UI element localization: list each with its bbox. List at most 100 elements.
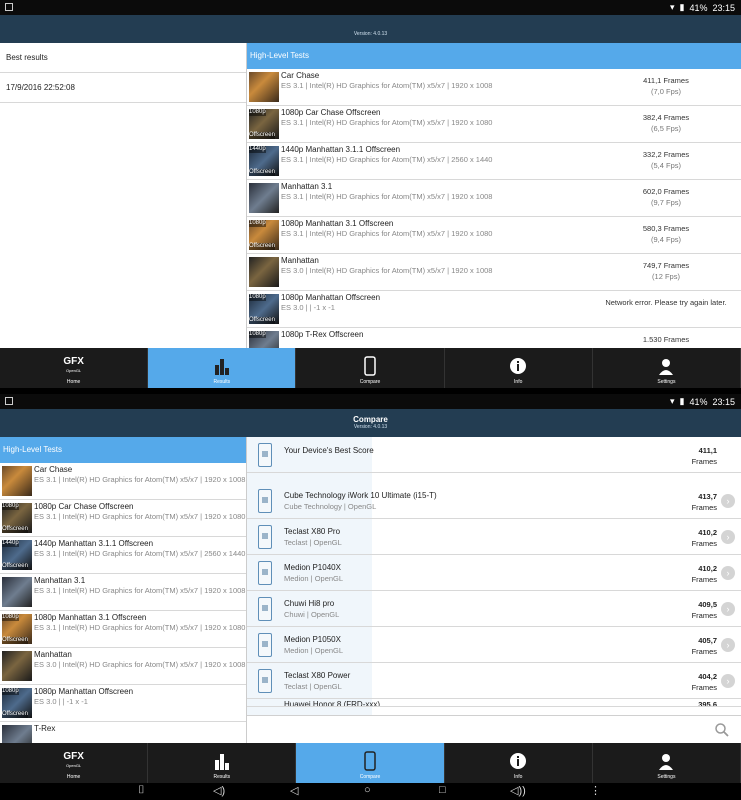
device-sub: Cube Technology | OpenGL (284, 502, 377, 511)
test-row[interactable]: 1440p Offscreen 1440p Manhattan 3.1.1 Of… (247, 143, 741, 180)
test-thumbnail (2, 651, 32, 681)
search-bar[interactable] (247, 715, 741, 743)
test-row[interactable]: 1080p 1080p T-Rex Offscreen 1.530 Frames (247, 328, 741, 348)
device-sub: Medion | OpenGL (284, 574, 344, 583)
test-desc: ES 3.0 | Intel(R) HD Graphics for Atom(T… (281, 266, 493, 275)
home-icon[interactable]: ○ (364, 784, 371, 796)
recents-icon[interactable]: □ (439, 784, 446, 796)
nav-home[interactable]: GFX OpenGL Home (0, 743, 149, 783)
test-desc: ES 3.0 | Intel(R) HD Graphics for Atom(T… (34, 660, 246, 669)
test-fps: (12 Fps) (652, 272, 680, 281)
test-row[interactable]: 1080p Offscreen 1080p Manhattan Offscree… (0, 685, 247, 722)
volume-down-icon[interactable]: ◁) (213, 784, 225, 797)
device-name: Teclast X80 Power (284, 671, 351, 680)
nav-results[interactable]: Results (148, 348, 297, 388)
screenshot-icon[interactable]: ⌷ (138, 784, 145, 797)
device-score: 413,7 (698, 492, 717, 501)
test-thumbnail: 1080p (249, 331, 279, 348)
nav-home[interactable]: GFX OpenGL Home (0, 348, 149, 388)
device-score: 405,7 (698, 636, 717, 645)
chevron-right-icon[interactable]: › (721, 602, 735, 616)
back-icon[interactable]: ◁ (290, 784, 298, 797)
test-desc: ES 3.1 | Intel(R) HD Graphics for Atom(T… (34, 512, 246, 521)
test-thumbnail: 1080p Offscreen (2, 688, 32, 718)
test-row[interactable]: 1080p Offscreen 1080p Manhattan 3.1 Offs… (0, 611, 247, 648)
test-name: 1440p Manhattan 3.1.1 Offscreen (34, 539, 154, 548)
phone-icon (258, 633, 272, 657)
chevron-right-icon[interactable]: › (721, 566, 735, 580)
test-row[interactable]: T-Rex (0, 722, 247, 743)
test-row[interactable]: Car Chase ES 3.1 | Intel(R) HD Graphics … (0, 463, 247, 500)
device-row[interactable]: Teclast X80 Power Teclast | OpenGL 404,2… (247, 663, 741, 699)
device-name: Medion P1040X (284, 563, 341, 572)
more-icon[interactable]: ⋮ (590, 784, 601, 797)
test-desc: ES 3.1 | Intel(R) HD Graphics for Atom(T… (281, 81, 493, 90)
test-desc: ES 3.1 | Intel(R) HD Graphics for Atom(T… (281, 155, 493, 164)
test-score: 749,7 Frames (642, 261, 690, 270)
test-desc: ES 3.1 | Intel(R) HD Graphics for Atom(T… (281, 229, 493, 238)
device-row[interactable]: Chuwi Hi8 pro Chuwi | OpenGL 409,5 Frames… (247, 591, 741, 627)
result-date-item[interactable]: 17/9/2016 22:52:08 (0, 73, 247, 103)
device-sub: Teclast | OpenGL (284, 682, 342, 691)
phone-icon (364, 355, 376, 377)
test-score: 602,0 Frames (642, 187, 690, 196)
search-icon[interactable] (715, 723, 729, 737)
status-bar-top: ▾ ▮ 41% 23:15 (0, 0, 741, 15)
gfx-logo-icon: GFX OpenGL (63, 356, 84, 374)
test-row[interactable]: Manhattan ES 3.0 | Intel(R) HD Graphics … (247, 254, 741, 291)
test-row[interactable]: 1440p Offscreen 1440p Manhattan 3.1.1 Of… (0, 537, 247, 574)
battery-level: 41% (689, 396, 708, 407)
test-row[interactable]: 1080p Offscreen 1080p Manhattan Offscree… (247, 291, 741, 328)
device-row[interactable]: Medion P1050X Medion | OpenGL 405,7 Frame… (247, 627, 741, 663)
device-row[interactable]: Huawei Honor 8 (FRD-xxx) 395,6 (247, 699, 741, 707)
chevron-right-icon[interactable]: › (721, 494, 735, 508)
clock: 23:15 (712, 396, 735, 407)
device-row[interactable]: Medion P1040X Medion | OpenGL 410,2 Frame… (247, 555, 741, 591)
nav-info[interactable]: Info (445, 743, 593, 783)
test-score: 411,1 Frames (643, 76, 689, 85)
compare-tests-panel: High-Level Tests Car Chase ES 3.1 | Inte… (0, 437, 247, 743)
test-name: Manhattan 3.1 (34, 576, 86, 585)
test-desc: ES 3.1 | Intel(R) HD Graphics for Atom(T… (34, 586, 246, 595)
chevron-right-icon[interactable]: › (721, 674, 735, 688)
test-fps: (5,4 Fps) (650, 161, 681, 170)
test-score: 580,3 Frames (642, 224, 690, 233)
device-score: 404,2 (698, 672, 717, 681)
test-score: 382,4 Frames (642, 113, 690, 122)
test-row[interactable]: 1080p Offscreen 1080p Manhattan 3.1 Offs… (247, 217, 741, 254)
device-row[interactable]: Teclast X80 Pro Teclast | OpenGL 410,2 Fr… (247, 519, 741, 555)
test-fps: (6,5 Fps) (650, 124, 681, 133)
device-score: 410,2 (698, 528, 717, 537)
test-score: 1.530 Frames (642, 335, 690, 344)
best-results-panel: Best results 17/9/2016 22:52:08 (0, 43, 247, 348)
wifi-icon: ▾ (669, 2, 675, 12)
device-name: Cube Technology iWork 10 Ultimate (i15-T… (284, 491, 437, 500)
device-score: 409,5 (698, 600, 717, 609)
test-row[interactable]: Manhattan 3.1 ES 3.1 | Intel(R) HD Graph… (0, 574, 247, 611)
test-thumbnail (2, 577, 32, 607)
nav-info[interactable]: Info (445, 348, 593, 388)
nav-compare[interactable]: Compare (296, 348, 445, 388)
test-row[interactable]: 1080p Offscreen 1080p Car Chase Offscree… (247, 106, 741, 143)
test-row[interactable]: 1080p Offscreen 1080p Car Chase Offscree… (0, 500, 247, 537)
test-thumbnail: 1440p Offscreen (2, 540, 32, 570)
test-name: 1080p Manhattan Offscreen (281, 293, 381, 302)
phone-icon (258, 597, 272, 621)
nav-compare[interactable]: Compare (296, 743, 445, 783)
test-row[interactable]: Manhattan 3.1 ES 3.1 | Intel(R) HD Graph… (247, 180, 741, 217)
test-name: T-Rex (34, 724, 56, 733)
chevron-right-icon[interactable]: › (721, 638, 735, 652)
phone-icon (258, 525, 272, 549)
test-row[interactable]: Manhattan ES 3.0 | Intel(R) HD Graphics … (0, 648, 247, 685)
battery-icon: ▮ (679, 396, 685, 406)
chevron-right-icon[interactable]: › (721, 530, 735, 544)
clock: 23:15 (712, 2, 735, 13)
test-list: Car Chase ES 3.1 | Intel(R) HD Graphics … (247, 69, 741, 348)
volume-up-icon[interactable]: ◁)) (510, 784, 526, 797)
nav-results[interactable]: Results (148, 743, 297, 783)
test-row[interactable]: Car Chase ES 3.1 | Intel(R) HD Graphics … (247, 69, 741, 106)
nav-settings[interactable]: Settings (593, 348, 741, 388)
best-score-row: Your Device's Best Score 411,1 Frames (247, 437, 741, 473)
nav-settings[interactable]: Settings (593, 743, 741, 783)
device-row[interactable]: Cube Technology iWork 10 Ultimate (i15-T… (247, 483, 741, 519)
